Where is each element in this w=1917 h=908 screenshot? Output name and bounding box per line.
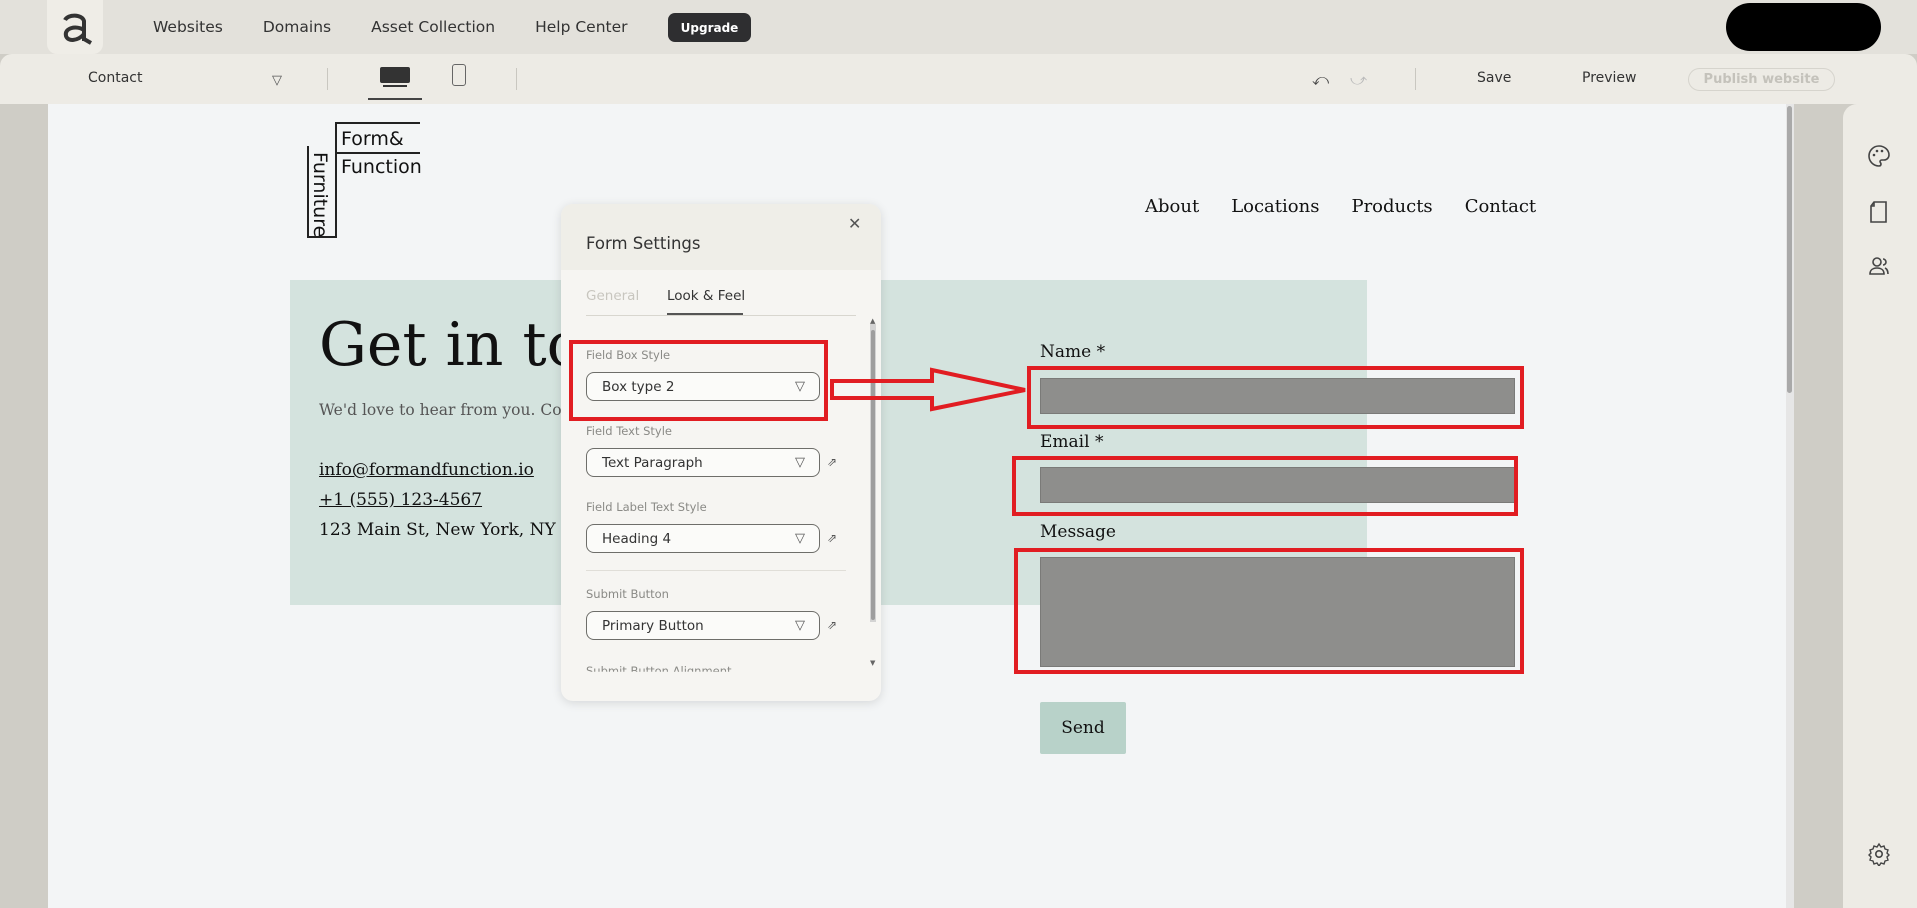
logo-text-furniture: Furniture bbox=[309, 152, 331, 238]
chevron-down-icon: ▽ bbox=[795, 618, 805, 633]
email-label: Email * bbox=[1040, 432, 1104, 452]
page-selector[interactable]: Contact bbox=[88, 70, 142, 86]
top-navigation: Websites Domains Asset Collection Help C… bbox=[0, 0, 1917, 54]
message-label: Message bbox=[1040, 522, 1116, 542]
tab-general[interactable]: General bbox=[586, 288, 639, 304]
nav-domains[interactable]: Domains bbox=[263, 18, 331, 36]
close-icon[interactable]: ✕ bbox=[848, 214, 861, 233]
contact-email-link[interactable]: info@formandfunction.io bbox=[319, 460, 534, 480]
desktop-view-button[interactable] bbox=[368, 60, 422, 100]
divider bbox=[516, 68, 517, 90]
logo-text-form: Form& bbox=[341, 128, 404, 150]
redacted-account-area[interactable] bbox=[1726, 3, 1881, 51]
field-label-text-style-value: Heading 4 bbox=[602, 531, 672, 547]
send-button[interactable]: Send bbox=[1040, 702, 1126, 754]
external-link-icon[interactable]: ⇗ bbox=[827, 455, 837, 469]
divider bbox=[327, 68, 328, 90]
chevron-down-icon: ▽ bbox=[795, 455, 805, 470]
logo-text-function: Function bbox=[341, 156, 422, 178]
preview-button[interactable]: Preview bbox=[1582, 70, 1637, 86]
desktop-icon bbox=[380, 67, 410, 87]
save-button[interactable]: Save bbox=[1477, 70, 1511, 86]
upgrade-button[interactable]: Upgrade bbox=[668, 13, 751, 42]
contact-phone-link[interactable]: +1 (555) 123-4567 bbox=[319, 490, 482, 510]
tab-divider bbox=[586, 315, 856, 316]
site-navigation: About Locations Products Contact bbox=[1145, 196, 1568, 217]
form-settings-panel: Form Settings ✕ General Look & Feel Fiel… bbox=[561, 204, 881, 701]
gear-icon[interactable] bbox=[1865, 840, 1893, 868]
submit-button-select[interactable]: Primary Button ▽ bbox=[586, 611, 820, 640]
annotation-box-message bbox=[1014, 548, 1524, 674]
nav-asset-collection[interactable]: Asset Collection bbox=[371, 18, 495, 36]
annotation-box-name bbox=[1027, 366, 1524, 429]
annotation-arrow bbox=[830, 367, 1026, 412]
site-nav-locations[interactable]: Locations bbox=[1231, 196, 1319, 217]
redo-icon[interactable]: ⤻ bbox=[1350, 70, 1367, 90]
hero-heading: Get in to bbox=[319, 310, 583, 380]
tab-look-and-feel[interactable]: Look & Feel bbox=[667, 288, 745, 304]
mobile-view-icon[interactable] bbox=[452, 64, 466, 86]
nav-websites[interactable]: Websites bbox=[153, 18, 223, 36]
undo-icon[interactable]: ⤺ bbox=[1312, 70, 1329, 90]
active-tab-indicator bbox=[667, 313, 743, 315]
external-link-icon[interactable]: ⇗ bbox=[827, 618, 837, 632]
hero-lead: We'd love to hear from you. Conta bbox=[319, 401, 587, 419]
palette-icon[interactable] bbox=[1865, 142, 1893, 170]
page-icon[interactable] bbox=[1865, 198, 1893, 226]
section-divider bbox=[586, 570, 846, 571]
site-logo[interactable]: Form& Function Furniture bbox=[307, 122, 422, 238]
field-label-text-style-select[interactable]: Heading 4 ▽ bbox=[586, 524, 820, 553]
submit-button-label: Submit Button bbox=[586, 587, 669, 601]
divider bbox=[1415, 68, 1416, 90]
submit-button-alignment-label: Submit Button Alignment bbox=[586, 664, 732, 678]
site-nav-contact[interactable]: Contact bbox=[1465, 196, 1536, 217]
website-canvas: Form& Function Furniture About Locations… bbox=[48, 104, 1786, 908]
field-text-style-label: Field Text Style bbox=[586, 424, 672, 438]
name-label: Name * bbox=[1040, 342, 1106, 362]
site-nav-products[interactable]: Products bbox=[1351, 196, 1432, 217]
site-nav-about[interactable]: About bbox=[1145, 196, 1199, 217]
submit-button-value: Primary Button bbox=[602, 618, 704, 634]
app-logo[interactable] bbox=[47, 0, 103, 54]
chevron-down-icon[interactable]: ▽ bbox=[272, 73, 282, 88]
nav-help-center[interactable]: Help Center bbox=[535, 18, 627, 36]
field-text-style-value: Text Paragraph bbox=[602, 455, 703, 471]
editor-toolbar: Contact ▽ ⤺ ⤻ Save Preview Publish websi… bbox=[0, 54, 1917, 104]
right-sidebar bbox=[1843, 104, 1917, 908]
logo-icon bbox=[63, 13, 92, 45]
scroll-up-icon[interactable]: ▲ bbox=[870, 317, 875, 325]
panel-title: Form Settings bbox=[586, 234, 701, 253]
contact-address: 123 Main St, New York, NY 1 bbox=[319, 520, 572, 540]
publish-website-button[interactable]: Publish website bbox=[1688, 68, 1835, 91]
scroll-down-icon[interactable]: ▼ bbox=[870, 659, 875, 667]
annotation-box-email bbox=[1012, 456, 1518, 516]
chevron-down-icon: ▽ bbox=[795, 531, 805, 546]
external-link-icon[interactable]: ⇗ bbox=[827, 531, 837, 545]
field-label-text-style-label: Field Label Text Style bbox=[586, 500, 707, 514]
field-text-style-select[interactable]: Text Paragraph ▽ bbox=[586, 448, 820, 477]
annotation-box-field-box-style bbox=[569, 340, 828, 421]
users-icon[interactable] bbox=[1865, 252, 1893, 280]
canvas-scrollbar-thumb[interactable] bbox=[1787, 106, 1792, 393]
